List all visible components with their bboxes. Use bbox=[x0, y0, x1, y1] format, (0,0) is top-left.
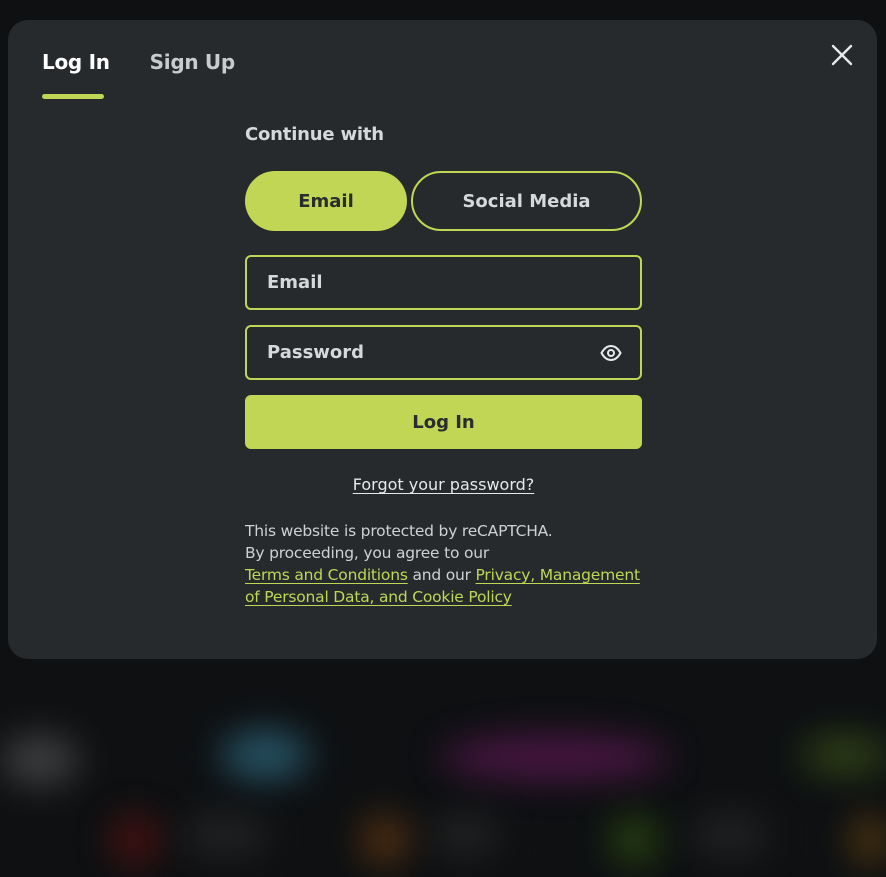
login-method-toggle: Email Social Media bbox=[245, 171, 642, 231]
background-blur bbox=[430, 815, 500, 855]
recaptcha-notice: This website is protected by reCAPTCHA. bbox=[245, 522, 553, 540]
auth-tabs: Log In Sign Up bbox=[42, 50, 236, 99]
background-blur bbox=[800, 735, 886, 775]
legal-notice: This website is protected by reCAPTCHA. … bbox=[245, 520, 642, 608]
continue-with-label: Continue with bbox=[245, 124, 384, 145]
password-field-wrapper bbox=[245, 325, 642, 380]
log-in-button[interactable]: Log In bbox=[245, 395, 642, 449]
tab-sign-up[interactable]: Sign Up bbox=[150, 50, 236, 74]
legal-links: Terms and Conditions and our Privacy, Ma… bbox=[245, 564, 642, 608]
and-our-text: and our bbox=[412, 566, 471, 584]
password-field[interactable] bbox=[247, 327, 640, 378]
background-blur bbox=[850, 815, 886, 865]
background-blur bbox=[610, 815, 660, 865]
background-blur bbox=[360, 815, 410, 865]
login-form: Continue with Email Social Media Log In … bbox=[245, 124, 642, 608]
email-method-button[interactable]: Email bbox=[245, 171, 407, 231]
close-icon[interactable] bbox=[829, 42, 855, 68]
background-blur bbox=[690, 815, 770, 855]
email-field-wrapper bbox=[245, 255, 642, 310]
tab-log-in[interactable]: Log In bbox=[42, 50, 110, 99]
login-modal: Log In Sign Up Continue with Email Socia… bbox=[8, 20, 877, 659]
background-blur bbox=[110, 815, 160, 865]
email-field[interactable] bbox=[247, 257, 640, 308]
agreement-notice: By proceeding, you agree to our bbox=[245, 544, 490, 562]
forgot-password: Forgot your password? bbox=[245, 475, 642, 494]
background-blur bbox=[180, 815, 270, 855]
terms-link[interactable]: Terms and Conditions bbox=[245, 566, 408, 584]
background-blur bbox=[0, 735, 80, 785]
background-blur bbox=[440, 735, 670, 780]
background-blur bbox=[220, 730, 310, 780]
eye-icon[interactable] bbox=[600, 344, 622, 362]
forgot-password-link[interactable]: Forgot your password? bbox=[353, 475, 535, 494]
social-media-method-button[interactable]: Social Media bbox=[411, 171, 642, 231]
